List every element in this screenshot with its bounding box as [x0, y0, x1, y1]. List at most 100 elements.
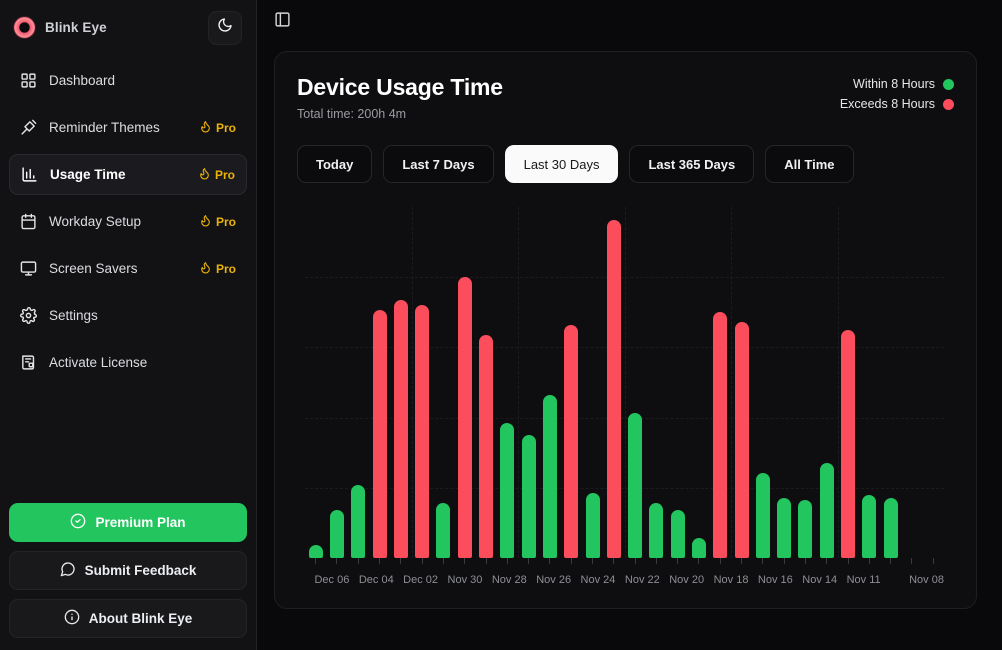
- chart-bar[interactable]: [586, 493, 600, 558]
- chart-tick-mark: [315, 558, 316, 564]
- chart-plot-area: [305, 207, 944, 558]
- chart-bar[interactable]: [884, 498, 898, 558]
- chart-tick-mark: [762, 558, 763, 564]
- chart-tick-mark: [933, 558, 934, 564]
- chart-tick-mark: [869, 558, 870, 564]
- chart-bar[interactable]: [500, 423, 514, 558]
- chart-bar[interactable]: [309, 545, 323, 558]
- submit-feedback-button[interactable]: Submit Feedback: [9, 551, 247, 590]
- main-content: Device Usage Time Total time: 200h 4m Wi…: [257, 0, 1002, 650]
- about-blink-eye-button[interactable]: About Blink Eye: [9, 599, 247, 638]
- chart-bar[interactable]: [458, 277, 472, 558]
- chart-tick-slot: [518, 558, 539, 564]
- chart-bar-slot: [390, 207, 411, 558]
- chart-bar[interactable]: [394, 300, 408, 558]
- chart-x-label-slot: [305, 574, 314, 586]
- chart-bar[interactable]: [841, 330, 855, 558]
- chart-bar[interactable]: [373, 310, 387, 558]
- range-today-button[interactable]: Today: [297, 145, 372, 183]
- chart-x-label-slot: [615, 574, 624, 586]
- chart-tick-slot: [901, 558, 922, 564]
- calendar-icon: [20, 213, 37, 230]
- range-last-7-days-button[interactable]: Last 7 Days: [383, 145, 493, 183]
- sidebar-item-label: Screen Savers: [49, 261, 138, 276]
- chart-bar[interactable]: [692, 538, 706, 558]
- chart-x-label-slot: [349, 574, 358, 586]
- chart-bar[interactable]: [436, 503, 450, 558]
- sidebar-item-reminder-themes[interactable]: Reminder Themes Pro: [9, 107, 247, 148]
- chart-bar[interactable]: [522, 435, 536, 558]
- theme-toggle-button[interactable]: [208, 11, 242, 45]
- chart-bar[interactable]: [735, 322, 749, 558]
- chart-tick-mark: [890, 558, 891, 564]
- chart-bar[interactable]: [649, 503, 663, 558]
- chart-bar[interactable]: [330, 510, 344, 558]
- chart-bar[interactable]: [351, 485, 365, 558]
- chart-tick-slot: [774, 558, 795, 564]
- chart-bar[interactable]: [415, 305, 429, 558]
- chart-tick-mark: [592, 558, 593, 564]
- chart-bar[interactable]: [671, 510, 685, 558]
- chart-x-label-slot: Nov 08: [909, 574, 944, 586]
- chart-tick-mark: [698, 558, 699, 564]
- chart-x-label-slot: Nov 20: [669, 574, 704, 586]
- sidebar-item-settings[interactable]: Settings: [9, 295, 247, 336]
- chart-bar[interactable]: [862, 495, 876, 558]
- chart-bar-slot: [795, 207, 816, 558]
- chart-bar[interactable]: [777, 498, 791, 558]
- chart-tick-slot: [624, 558, 645, 564]
- chart-bar-slot: [454, 207, 475, 558]
- sidebar-item-screen-savers[interactable]: Screen Savers Pro: [9, 248, 247, 289]
- chart-x-label-slot: Nov 18: [714, 574, 749, 586]
- pro-badge: Pro: [198, 167, 235, 183]
- chart-bar[interactable]: [713, 312, 727, 558]
- chart-bar[interactable]: [479, 335, 493, 558]
- chart-x-label-slot: Nov 16: [758, 574, 793, 586]
- legend-label: Within 8 Hours: [853, 77, 935, 91]
- chart-x-label: Nov 16: [758, 574, 793, 586]
- sidebar-item-activate-license[interactable]: Activate License: [9, 342, 247, 383]
- sidebar-item-workday-setup[interactable]: Workday Setup Pro: [9, 201, 247, 242]
- range-last-365-days-button[interactable]: Last 365 Days: [629, 145, 754, 183]
- chart-bar[interactable]: [820, 463, 834, 558]
- chart-bar-slot: [816, 207, 837, 558]
- bar-chart-icon: [21, 166, 38, 183]
- chart-bar[interactable]: [564, 325, 578, 558]
- message-icon: [60, 561, 76, 580]
- sidebar-item-usage-time[interactable]: Usage Time Pro: [9, 154, 247, 195]
- chart-tick-mark: [741, 558, 742, 564]
- chart-bar[interactable]: [756, 473, 770, 558]
- chart-tick-slot: [731, 558, 752, 564]
- chart-legend: Within 8 Hours Exceeds 8 Hours: [840, 74, 954, 111]
- gear-icon: [20, 307, 37, 324]
- brand-name: Blink Eye: [45, 20, 107, 35]
- chart-tick-mark: [613, 558, 614, 564]
- submit-feedback-label: Submit Feedback: [85, 563, 197, 578]
- chart-bar-slot: [433, 207, 454, 558]
- chart-x-label: Nov 24: [581, 574, 616, 586]
- pro-badge: Pro: [199, 120, 236, 136]
- card-header: Device Usage Time Total time: 200h 4m Wi…: [297, 74, 954, 121]
- range-all-time-button[interactable]: All Time: [765, 145, 853, 183]
- chart-bar[interactable]: [798, 500, 812, 558]
- chart-x-label-slot: [482, 574, 491, 586]
- sidebar-item-dashboard[interactable]: Dashboard: [9, 60, 247, 101]
- chart-x-label: Nov 22: [625, 574, 660, 586]
- card-title-block: Device Usage Time Total time: 200h 4m: [297, 74, 503, 121]
- chart-x-label-slot: Nov 14: [802, 574, 837, 586]
- chart-bar[interactable]: [607, 220, 621, 558]
- chart-bar[interactable]: [628, 413, 642, 558]
- chart-x-label-slot: [571, 574, 580, 586]
- flame-icon: [199, 261, 212, 277]
- chart-bar[interactable]: [543, 395, 557, 558]
- sidebar-brand: Blink Eye: [0, 0, 256, 55]
- range-last-30-days-button[interactable]: Last 30 Days: [505, 145, 619, 183]
- chart-bar-slot: [880, 207, 901, 558]
- pro-badge-label: Pro: [216, 262, 236, 276]
- chart-x-label-slot: Nov 28: [492, 574, 527, 586]
- chart-tick-slot: [539, 558, 560, 564]
- sidebar-toggle-button[interactable]: [269, 9, 295, 35]
- chart-x-label-slot: [394, 574, 403, 586]
- premium-plan-button[interactable]: Premium Plan: [9, 503, 247, 542]
- check-circle-icon: [70, 513, 86, 532]
